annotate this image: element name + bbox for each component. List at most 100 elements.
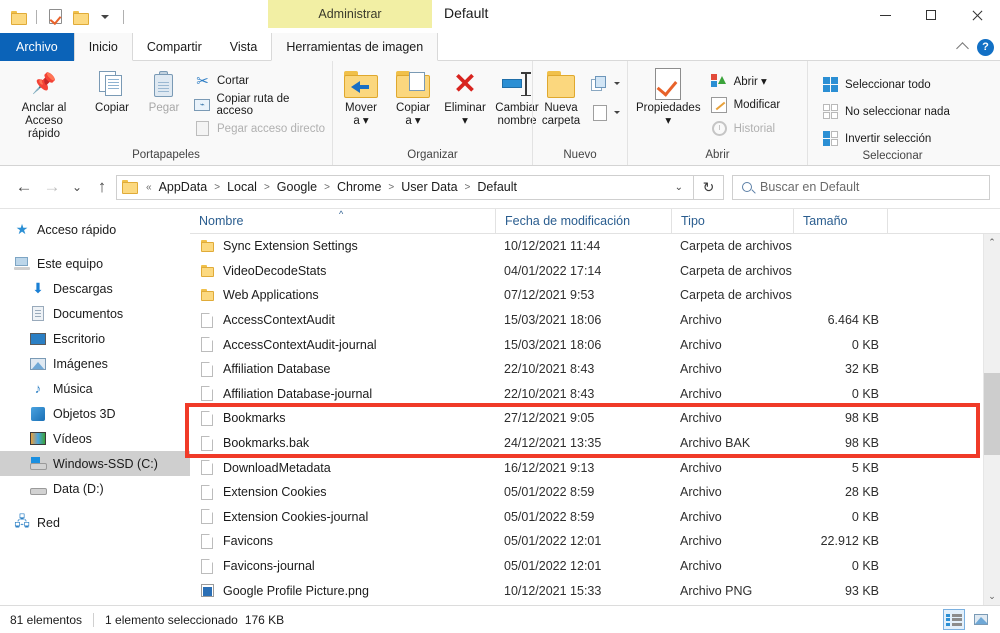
breadcrumb-appdata[interactable]: AppData: [156, 180, 211, 194]
vertical-scrollbar[interactable]: ⌃ ⌄: [983, 234, 1000, 605]
ribbon-button-mover-a[interactable]: Mover a ▾: [335, 66, 387, 148]
sidebar-item-imagenes[interactable]: Imágenes: [0, 351, 190, 376]
ribbon-button-cortar[interactable]: ✂ Cortar: [190, 70, 330, 91]
table-row[interactable]: Extension Cookies 05/01/2022 8:59 Archivo 2…: [190, 480, 983, 505]
scroll-up-button[interactable]: ⌃: [984, 234, 1000, 251]
qat-folder-icon[interactable]: [8, 7, 28, 27]
ribbon-button-historial[interactable]: Historial: [707, 118, 785, 139]
table-row[interactable]: Affiliation Database-journal 22/10/2021 8…: [190, 382, 983, 407]
ribbon-group-label-nuevo: Nuevo: [563, 149, 597, 161]
table-row[interactable]: Bookmarks.bak 24/12/2021 13:35 Archivo BAK…: [190, 431, 983, 456]
scrollbar-thumb[interactable]: [983, 373, 1000, 455]
sidebar-item-documentos[interactable]: Documentos: [0, 301, 190, 326]
ribbon-button-nuevo-elemento[interactable]: [587, 73, 624, 94]
table-row[interactable]: Google Profile Picture.png 10/12/2021 15:…: [190, 578, 983, 603]
large-icons-view-button[interactable]: [970, 609, 992, 630]
help-icon[interactable]: ?: [977, 38, 994, 56]
new-item-dropdown-icon[interactable]: [614, 82, 620, 85]
table-row[interactable]: Sync Extension Settings 10/12/2021 11:44 C…: [190, 234, 983, 259]
scrollbar-track[interactable]: [983, 251, 1000, 588]
breadcrumb-sep-1[interactable]: >: [260, 182, 274, 193]
sidebar-item-este-equipo[interactable]: Este equipo: [0, 251, 190, 276]
sidebar-item-escritorio[interactable]: Escritorio: [0, 326, 190, 351]
table-row[interactable]: AccessContextAudit 15/03/2021 18:06 Archiv…: [190, 308, 983, 333]
sidebar-item-musica[interactable]: ♪ Música: [0, 376, 190, 401]
scroll-down-button[interactable]: ⌄: [984, 588, 1000, 605]
address-input[interactable]: « AppData > Local > Google > Chrome > Us…: [116, 174, 694, 200]
breadcrumb-local[interactable]: Local: [224, 180, 260, 194]
column-header-tamano[interactable]: Tamaño: [793, 208, 887, 234]
ribbon-button-pegar[interactable]: Pegar: [138, 66, 190, 148]
cell-tipo-text: Archivo: [680, 362, 722, 377]
ribbon-button-copiar-ruta[interactable]: ⌁ Copiar ruta de acceso: [190, 93, 330, 117]
back-button[interactable]: ←: [10, 173, 38, 201]
minimize-button[interactable]: [862, 0, 908, 30]
cell-tipo-text: Archivo BAK: [680, 436, 751, 451]
ribbon-button-nueva-carpeta[interactable]: Nueva carpeta: [535, 66, 587, 148]
up-button[interactable]: ↑: [88, 173, 116, 201]
address-dropdown-icon[interactable]: ⌄: [665, 182, 693, 193]
cell-fecha: 10/12/2021 11:44: [495, 239, 671, 253]
easy-access-dropdown-icon[interactable]: [614, 111, 620, 114]
qat-customize-dropdown-icon[interactable]: [95, 7, 115, 27]
ribbon-button-modificar[interactable]: Modificar: [707, 94, 785, 115]
column-header-spacer[interactable]: [887, 208, 1000, 234]
qat-properties-icon[interactable]: [45, 7, 65, 27]
ribbon-button-no-seleccionar-nada[interactable]: No seleccionar nada: [818, 101, 954, 122]
search-input[interactable]: Buscar en Default: [732, 174, 990, 200]
table-row[interactable]: Favicons-journal 05/01/2022 12:01 Archivo 0…: [190, 554, 983, 579]
tab-vista[interactable]: Vista: [216, 33, 272, 61]
ribbon-button-abrir[interactable]: Abrir ▾: [707, 70, 785, 91]
breadcrumb-chrome[interactable]: Chrome: [334, 180, 384, 194]
column-header-tipo[interactable]: Tipo: [671, 208, 793, 234]
sidebar-item-descargas[interactable]: ⬇ Descargas: [0, 276, 190, 301]
table-row[interactable]: Favicons 05/01/2022 12:01 Archivo 22.912 KB: [190, 529, 983, 554]
tab-compartir[interactable]: Compartir: [133, 33, 216, 61]
sidebar-item-red[interactable]: 🖧 Red: [0, 510, 190, 535]
ribbon-button-anclar-acceso-rapido[interactable]: 📌 Anclar al Acceso rápido: [2, 66, 86, 148]
maximize-button[interactable]: [908, 0, 954, 30]
ribbon-button-copiar-a[interactable]: Copiar a ▾: [387, 66, 439, 148]
sidebar-item-videos[interactable]: Vídeos: [0, 426, 190, 451]
collapse-ribbon-icon[interactable]: [956, 42, 969, 55]
table-row[interactable]: Bookmarks 27/12/2021 9:05 Archivo 98 KB: [190, 406, 983, 431]
sidebar-item-data-d[interactable]: Data (D:): [0, 476, 190, 501]
table-row[interactable]: DownloadMetadata 16/12/2021 9:13 Archivo 5 …: [190, 455, 983, 480]
ribbon-button-seleccionar-todo[interactable]: Seleccionar todo: [818, 74, 954, 95]
ribbon-button-copiar[interactable]: Copiar: [86, 66, 138, 148]
column-header-fecha[interactable]: Fecha de modificación: [495, 208, 671, 234]
tab-inicio[interactable]: Inicio: [73, 33, 133, 61]
column-header-nombre[interactable]: Nombre ^: [190, 209, 495, 234]
main-area: ★ Acceso rápido Este equipo ⬇ Descargas …: [0, 208, 1000, 605]
sidebar-item-objetos-3d[interactable]: Objetos 3D: [0, 401, 190, 426]
breadcrumb-default[interactable]: Default: [474, 180, 520, 194]
file-icon: [201, 460, 213, 476]
table-row[interactable]: Affiliation Database 22/10/2021 8:43 Archi…: [190, 357, 983, 382]
breadcrumb-sep-4[interactable]: >: [461, 182, 475, 193]
breadcrumb-sep-0[interactable]: >: [210, 182, 224, 193]
sidebar-item-acceso-rapido[interactable]: ★ Acceso rápido: [0, 217, 190, 242]
tab-herramientas-de-imagen[interactable]: Herramientas de imagen: [271, 33, 439, 61]
ribbon-button-facil-acceso[interactable]: [587, 102, 624, 123]
ribbon-button-pegar-acceso-directo[interactable]: Pegar acceso directo: [190, 118, 330, 139]
ribbon-button-invertir-seleccion[interactable]: Invertir selección: [818, 128, 954, 149]
table-row[interactable]: VideoDecodeStats 04/01/2022 17:14 Carpeta …: [190, 259, 983, 284]
table-row[interactable]: Web Applications 07/12/2021 9:53 Carpeta d…: [190, 283, 983, 308]
cell-tipo-text: Archivo: [680, 386, 722, 401]
breadcrumb-user-data[interactable]: User Data: [398, 180, 460, 194]
qat-new-folder-icon[interactable]: [70, 7, 90, 27]
close-button[interactable]: [954, 0, 1000, 30]
breadcrumb-sep-2[interactable]: >: [320, 182, 334, 193]
ribbon-button-propiedades[interactable]: Propiedades ▾: [630, 66, 707, 148]
details-view-button[interactable]: [943, 609, 965, 630]
table-row[interactable]: AccessContextAudit-journal 15/03/2021 18:…: [190, 332, 983, 357]
recent-locations-button[interactable]: ⌄: [66, 173, 88, 201]
forward-button[interactable]: →: [38, 173, 66, 201]
breadcrumb-google[interactable]: Google: [274, 180, 320, 194]
table-row[interactable]: Extension Cookies-journal 05/01/2022 8:59…: [190, 505, 983, 530]
tab-archivo[interactable]: Archivo: [0, 33, 74, 61]
sidebar-item-windows-ssd-c[interactable]: Windows-SSD (C:): [0, 451, 190, 476]
refresh-button[interactable]: ↻: [694, 174, 724, 200]
ribbon-button-eliminar[interactable]: ✕ Eliminar ▾: [439, 66, 491, 148]
breadcrumb-sep-3[interactable]: >: [384, 182, 398, 193]
